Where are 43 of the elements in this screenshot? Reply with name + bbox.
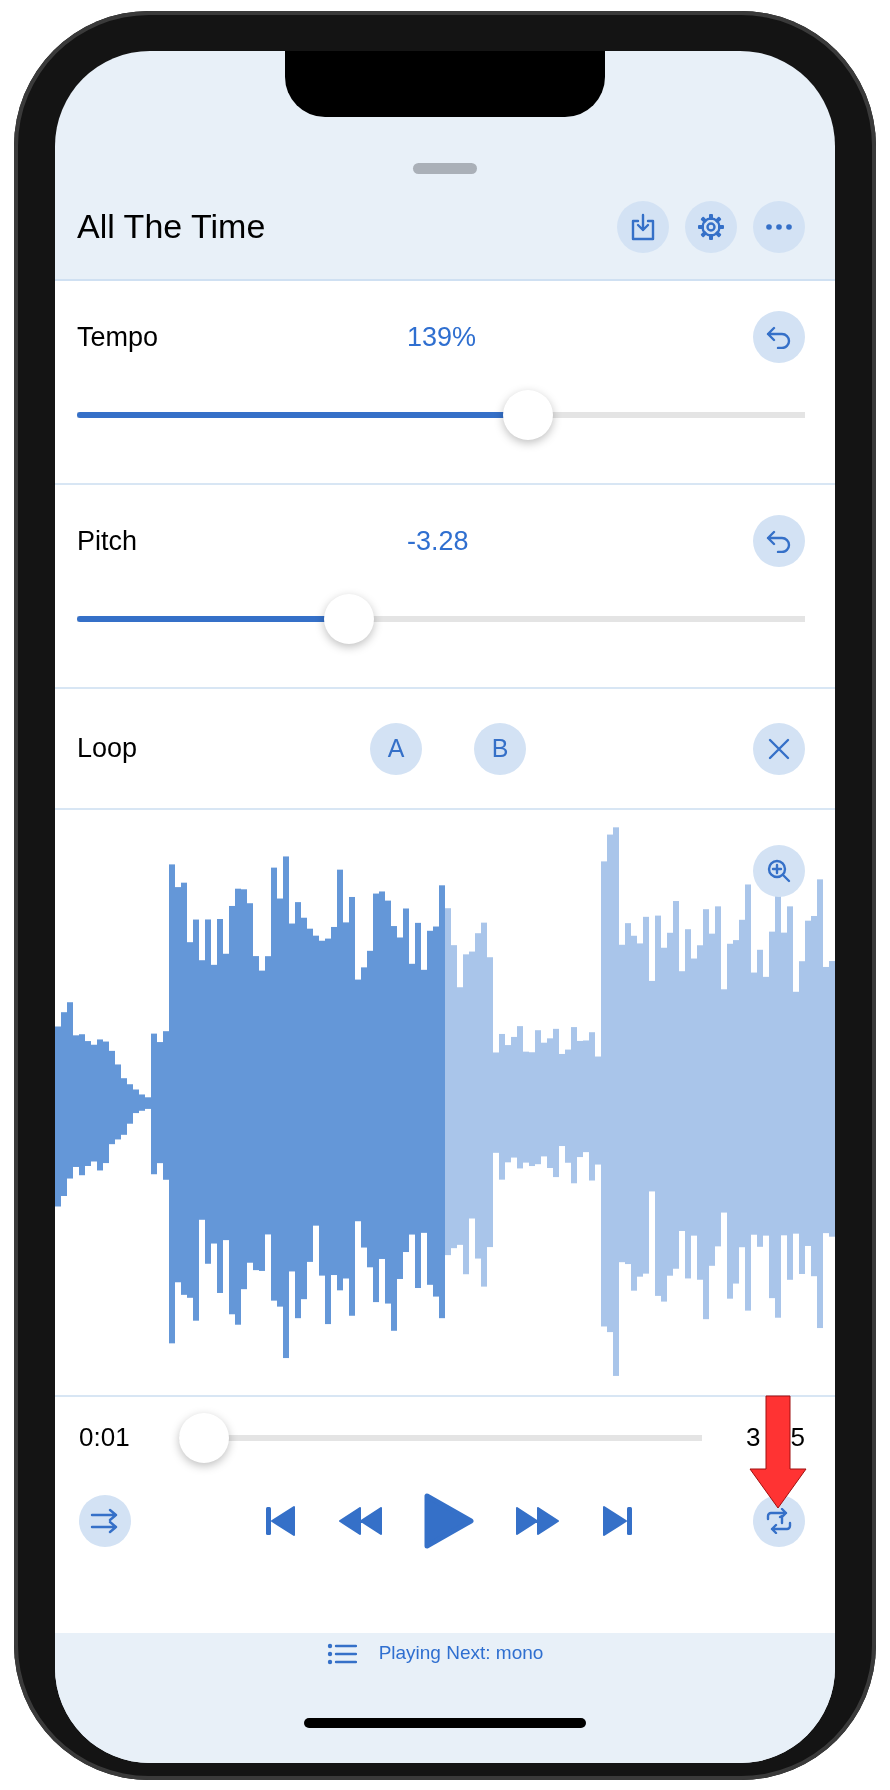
play-button[interactable] [424, 1492, 474, 1549]
progress-thumb[interactable] [179, 1412, 229, 1463]
reset-button[interactable] [753, 311, 805, 364]
zoom-in-icon [766, 857, 792, 884]
play-icon [424, 1492, 474, 1549]
next-track-button[interactable] [602, 1504, 632, 1537]
up-next-label: Playing Next: mono [378, 1641, 544, 1666]
next-track-icon [602, 1504, 632, 1537]
settings-icon [697, 212, 725, 241]
previous-track-icon [266, 1504, 296, 1537]
close-button[interactable] [753, 722, 805, 775]
more-icon [766, 223, 792, 230]
slider-thumb[interactable] [323, 594, 374, 645]
adjustment-value: 139% [407, 321, 477, 355]
download-icon [630, 212, 656, 241]
slider-thumb[interactable] [503, 390, 554, 441]
undo-icon [766, 529, 792, 554]
queue-button[interactable] [326, 1642, 357, 1665]
adjustment-label: Tempo [77, 321, 160, 355]
loop-point-button[interactable]: B [474, 722, 526, 775]
end-time: 5 [790, 1421, 805, 1455]
fast-forward-icon [516, 1506, 560, 1535]
shuffle-icon [90, 1507, 120, 1534]
drag-handle[interactable] [413, 163, 477, 174]
end-time: 3 [746, 1421, 761, 1455]
shuffle-button[interactable] [79, 1494, 131, 1547]
loop-label: Loop [77, 732, 139, 766]
rewind-icon [338, 1506, 382, 1535]
loop-point-button[interactable]: A [370, 722, 422, 775]
reset-button[interactable] [753, 515, 805, 568]
fast-forward-button[interactable] [516, 1506, 560, 1535]
track-title: All The Time [77, 206, 266, 248]
adjustment-label: Pitch [77, 525, 139, 559]
previous-track-button[interactable] [266, 1504, 296, 1537]
close-icon [767, 736, 791, 761]
undo-icon [766, 325, 792, 350]
repeat-icon [765, 1507, 793, 1534]
rewind-button[interactable] [338, 1506, 382, 1535]
list-icon [326, 1642, 357, 1665]
adjustment-value: -3.28 [407, 525, 469, 559]
current-time: 0:01 [79, 1421, 131, 1455]
repeat-button[interactable] [753, 1494, 805, 1547]
zoom-button[interactable] [753, 844, 805, 897]
